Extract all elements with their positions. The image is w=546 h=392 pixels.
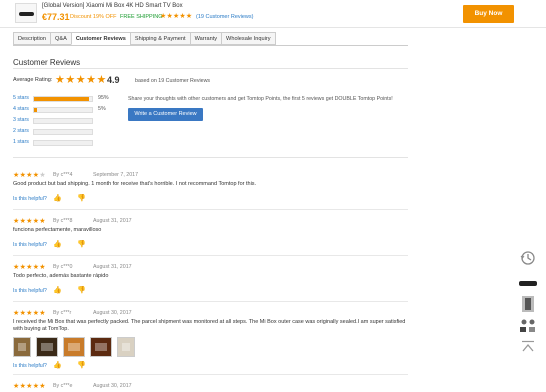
review-author: By c***r [53, 310, 72, 316]
free-shipping-label: FREE SHIPPING [120, 14, 163, 20]
rating-bar-fill [34, 108, 37, 112]
review-stars: ★★★★★ [13, 383, 46, 390]
average-rating-label: Average Rating: [13, 77, 53, 83]
product-tabs: Description Q&A Customer Reviews Shippin… [13, 32, 276, 45]
review-photo[interactable] [13, 337, 31, 357]
rating-bar-label[interactable]: 3 stars [13, 117, 33, 123]
rating-bar-track [33, 140, 93, 146]
product-sticky-bar: [Global Version] Xiaomi Mi Box 4K HD Sma… [0, 0, 546, 28]
rating-bar-label[interactable]: 2 stars [13, 128, 33, 134]
recent-product-thumbnail[interactable] [518, 318, 538, 334]
write-review-button[interactable]: Write a Customer Review [128, 108, 203, 121]
review-photo[interactable] [36, 337, 58, 357]
tab-customer-reviews[interactable]: Customer Reviews [70, 32, 130, 45]
rating-bar-label[interactable]: 4 stars [13, 106, 33, 112]
thumbs-up-icon[interactable]: 👍 [53, 240, 62, 248]
review-author: By c***e [53, 383, 73, 389]
review-text: Good product but bad shipping. 1 month f… [13, 181, 257, 187]
helpful-label: Is this helpful? [13, 196, 47, 202]
review-photo[interactable] [117, 337, 135, 357]
rating-bar-label[interactable]: 5 stars [13, 95, 33, 101]
customer-reviews-link[interactable]: (19 Customer Reviews) [196, 14, 253, 20]
review-stars: ★★★★★ [13, 218, 46, 225]
rating-bar-track [33, 107, 93, 113]
review-item: ★★★★★ By c***4 September 7, 2017 Good pr… [13, 171, 408, 211]
discount-label: Discount 19% OFF [70, 14, 117, 20]
thumbs-up-icon[interactable]: 👍 [53, 286, 62, 294]
share-thoughts-text: Share your thoughts with other customers… [128, 96, 393, 102]
product-price: €77.31 [42, 12, 70, 22]
review-photo[interactable] [63, 337, 85, 357]
tab-wholesale-inquiry[interactable]: Wholesale Inquiry [221, 32, 276, 45]
review-divider [13, 301, 408, 302]
tab-qa[interactable]: Q&A [49, 32, 71, 45]
review-date: August 30, 2017 [93, 310, 132, 316]
thumbs-up-icon[interactable]: 👍 [53, 361, 62, 369]
history-icon[interactable] [520, 250, 536, 266]
average-rating-stars: ★★★★★ [55, 74, 107, 86]
rating-bar-label[interactable]: 1 stars [13, 139, 33, 145]
back-to-top-icon[interactable] [520, 340, 536, 354]
review-date: August 31, 2017 [93, 264, 132, 270]
tab-warranty[interactable]: Warranty [189, 32, 222, 45]
thumbs-up-icon[interactable]: 👍 [53, 194, 62, 202]
average-rating-value: 4.9 [107, 75, 120, 85]
review-divider [13, 374, 408, 375]
review-date: August 31, 2017 [93, 218, 132, 224]
review-author: By c***8 [53, 218, 73, 224]
review-stars: ★★★★★ [13, 172, 46, 179]
rating-bar-fill [34, 97, 90, 101]
summary-divider [13, 157, 408, 158]
rating-bar-track [33, 129, 93, 135]
thumbs-down-icon[interactable]: 👎 [77, 240, 86, 248]
review-text: I received the Mi Box that was perfectly… [13, 319, 406, 332]
rating-bar-track [33, 96, 93, 102]
section-divider [13, 68, 408, 69]
review-date: September 7, 2017 [93, 172, 139, 178]
helpful-label: Is this helpful? [13, 242, 47, 248]
thumbs-down-icon[interactable]: 👎 [77, 194, 86, 202]
review-author: By c***0 [53, 264, 73, 270]
review-item: ★★★★★ By c***8 August 31, 2017 funciona … [13, 217, 408, 257]
review-item: ★★★★★ By c***e August 30, 2017 [13, 382, 408, 392]
rating-bar-percent: 5% [98, 106, 106, 112]
review-text: funciona perfectamente, maravilloso [13, 227, 102, 233]
review-divider [13, 255, 408, 256]
tabs-divider [13, 45, 408, 46]
review-text: Todo perfecto, además bastante rápido [13, 273, 109, 279]
review-divider [13, 209, 408, 210]
tab-shipping-payment[interactable]: Shipping & Payment [129, 32, 190, 45]
recent-product-thumbnail[interactable] [518, 276, 538, 290]
review-stars: ★★★★★ [13, 310, 46, 317]
helpful-label: Is this helpful? [13, 288, 47, 294]
review-photos [13, 337, 135, 357]
tab-description[interactable]: Description [13, 32, 50, 45]
based-on-count: based on 19 Customer Reviews [135, 78, 211, 84]
review-stars: ★★★★★ [13, 264, 46, 271]
product-title[interactable]: [Global Version] Xiaomi Mi Box 4K HD Sma… [42, 3, 183, 9]
helpful-label: Is this helpful? [13, 363, 47, 369]
review-date: August 30, 2017 [93, 383, 132, 389]
review-photo[interactable] [90, 337, 112, 357]
review-item: ★★★★★ By c***0 August 31, 2017 Todo perf… [13, 263, 408, 303]
recent-product-thumbnail[interactable] [520, 295, 536, 313]
buy-now-button[interactable]: Buy Now [463, 5, 514, 23]
product-rating-stars: ★★★★★ [160, 13, 193, 20]
product-thumbnail[interactable] [15, 3, 37, 23]
review-item: ★★★★★ By c***r August 30, 2017 I receive… [13, 309, 408, 375]
section-title: Customer Reviews [13, 58, 81, 67]
review-author: By c***4 [53, 172, 73, 178]
rating-bar-track [33, 118, 93, 124]
thumbs-down-icon[interactable]: 👎 [77, 361, 86, 369]
rating-bar-percent: 95% [98, 95, 109, 101]
thumbs-down-icon[interactable]: 👎 [77, 286, 86, 294]
